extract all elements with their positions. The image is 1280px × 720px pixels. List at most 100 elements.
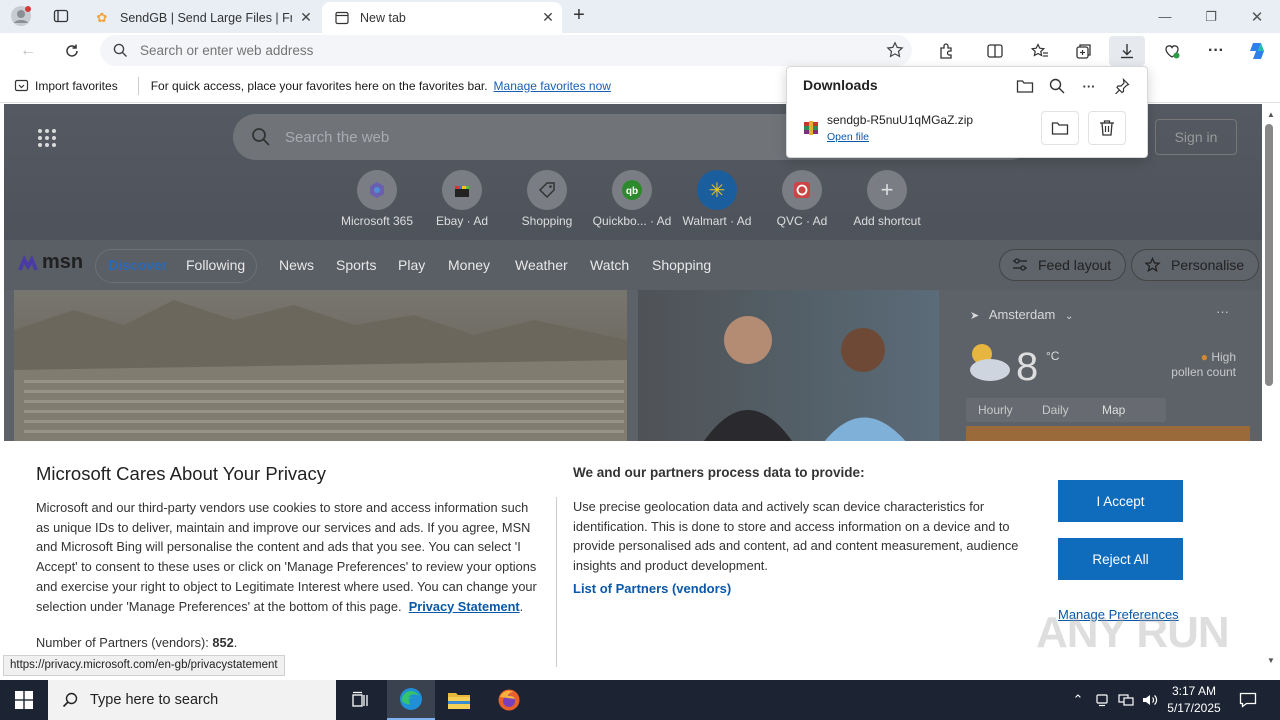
- clock-time: 3:17 AM: [1171, 684, 1217, 698]
- firefox-icon[interactable]: [485, 680, 533, 720]
- nav-sports[interactable]: Sports: [336, 257, 376, 273]
- file-explorer-icon[interactable]: [435, 680, 483, 720]
- nav-money[interactable]: Money: [448, 257, 490, 273]
- tab-new-tab[interactable]: New tab ✕: [322, 2, 562, 33]
- tab-actions-icon[interactable]: [48, 5, 74, 27]
- partners-label: Number of Partners (vendors):: [36, 635, 209, 650]
- back-icon[interactable]: ←: [12, 36, 44, 66]
- news-card-football-image[interactable]: [638, 290, 939, 450]
- favorites-icon[interactable]: [1022, 36, 1058, 66]
- downloads-icon[interactable]: [1109, 36, 1145, 66]
- system-clock[interactable]: 3:17 AM 5/17/2025: [1160, 683, 1228, 717]
- more-menu-icon[interactable]: ···: [1198, 36, 1234, 66]
- refresh-icon[interactable]: [56, 36, 88, 66]
- scroll-down-icon[interactable]: ▼: [1267, 656, 1275, 665]
- extensions-icon[interactable]: [929, 36, 965, 66]
- news-card-hero-image[interactable]: [14, 290, 627, 450]
- close-window-icon[interactable]: ✕: [1234, 0, 1280, 33]
- download-item[interactable]: sendgb-R5nuU1qMGaZ.zip Open file: [787, 105, 1147, 155]
- walmart-icon: ✳: [697, 170, 737, 210]
- close-tab-icon[interactable]: ✕: [292, 9, 320, 26]
- nav-weather[interactable]: Weather: [515, 257, 568, 273]
- manage-favorites-link[interactable]: Manage favorites now: [494, 79, 611, 93]
- show-hidden-icons-chevron-icon[interactable]: ⌃: [1068, 680, 1088, 720]
- personalise-button[interactable]: Personalise: [1131, 249, 1260, 281]
- msn-butterfly-icon: [18, 254, 38, 270]
- new-tab-plus-icon[interactable]: +: [566, 4, 592, 26]
- location-label: Amsterdam: [988, 307, 1056, 322]
- tab-bar: ✿ SendGB | Send Large Files | Free f ✕ N…: [0, 0, 1280, 33]
- microsoft365-icon: [357, 170, 397, 210]
- copilot-icon[interactable]: [1240, 36, 1276, 66]
- privacy-statement-link[interactable]: Privacy Statement: [409, 599, 520, 614]
- open-folder-icon[interactable]: [1013, 75, 1037, 97]
- msn-logo[interactable]: msn: [16, 251, 83, 274]
- nav-play[interactable]: Play: [398, 257, 425, 273]
- accept-button[interactable]: I Accept: [1058, 480, 1183, 522]
- volume-icon[interactable]: [1140, 680, 1160, 720]
- tab-hourly[interactable]: Hourly: [978, 403, 1013, 417]
- shortcut-qvc[interactable]: QVC · Ad: [760, 170, 844, 228]
- tab-sendgb[interactable]: ✿ SendGB | Send Large Files | Free f ✕: [84, 2, 320, 33]
- nav-following[interactable]: Following: [186, 257, 245, 273]
- tab-daily[interactable]: Daily: [1042, 403, 1069, 417]
- search-icon: [252, 128, 270, 146]
- taskbar-search-box[interactable]: Type here to search: [48, 680, 336, 720]
- shortcut-shopping[interactable]: Shopping: [505, 170, 589, 228]
- msn-nav-row: msn Discover Following News Sports Play …: [4, 240, 1262, 290]
- shortcut-add[interactable]: + Add shortcut: [845, 170, 929, 228]
- collections-icon[interactable]: [1066, 36, 1102, 66]
- split-screen-icon[interactable]: [977, 36, 1013, 66]
- scroll-thumb[interactable]: [1265, 124, 1273, 386]
- device-icon[interactable]: [1092, 680, 1112, 720]
- scroll-up-icon[interactable]: ▲: [1267, 110, 1275, 119]
- shortcut-ebay[interactable]: Ebay · Ad: [420, 170, 504, 228]
- address-bar[interactable]: [100, 35, 912, 66]
- start-button[interactable]: [0, 680, 48, 720]
- restore-icon[interactable]: ❐: [1188, 0, 1234, 33]
- close-tab-icon[interactable]: ✕: [534, 9, 562, 26]
- watermark: ANY RUN: [1036, 608, 1230, 657]
- browser-essentials-icon[interactable]: [1154, 36, 1190, 66]
- page-scrollbar[interactable]: ▲ ▼: [1262, 104, 1280, 676]
- feed-layout-button[interactable]: Feed layout: [999, 249, 1127, 281]
- shortcut-label: Quickbo... · Ad: [592, 214, 672, 228]
- tab-map[interactable]: Map: [1102, 403, 1125, 417]
- shortcut-label: Shopping: [521, 214, 573, 228]
- favorite-star-icon[interactable]: [886, 41, 904, 62]
- list-of-partners-link[interactable]: List of Partners (vendors): [573, 581, 731, 596]
- ebay-icon: [442, 170, 482, 210]
- notification-center-icon[interactable]: [1234, 680, 1262, 720]
- open-file-link[interactable]: Open file: [827, 131, 869, 143]
- partners-count-row: Number of Partners (vendors): 852.: [36, 635, 238, 650]
- nav-news[interactable]: News: [279, 257, 314, 273]
- weather-card[interactable]: ➤ Amsterdam ⌄ ··· 8 °C ● High pollen cou…: [950, 290, 1251, 450]
- import-favorites-button[interactable]: Import favorites: [14, 78, 118, 93]
- address-input[interactable]: [140, 43, 840, 58]
- nav-discover[interactable]: Discover: [108, 257, 167, 273]
- privacy-body: Microsoft and our third-party vendors us…: [36, 500, 537, 614]
- nav-watch[interactable]: Watch: [590, 257, 629, 273]
- sign-in-button[interactable]: Sign in: [1155, 119, 1237, 155]
- show-in-folder-button[interactable]: [1041, 111, 1079, 145]
- delete-download-button[interactable]: [1088, 111, 1126, 145]
- windows-taskbar: Type here to search ⌃ 3:17 AM 5/17/2025: [0, 680, 1280, 720]
- pollen-icon: ●: [1200, 350, 1208, 364]
- minimize-icon[interactable]: —: [1142, 0, 1188, 33]
- reject-all-button[interactable]: Reject All: [1058, 538, 1183, 580]
- shortcut-quickbooks[interactable]: qb Quickbo... · Ad: [590, 170, 674, 228]
- edge-taskbar-icon[interactable]: [387, 680, 435, 720]
- more-options-icon[interactable]: ···: [1216, 304, 1229, 319]
- pin-icon[interactable]: [1110, 75, 1134, 97]
- nav-shopping[interactable]: Shopping: [652, 257, 711, 273]
- search-downloads-icon[interactable]: [1045, 75, 1069, 97]
- msn-logo-text: msn: [42, 251, 84, 273]
- profile-icon[interactable]: [8, 5, 34, 27]
- more-options-icon[interactable]: ···: [1077, 75, 1101, 97]
- weather-location[interactable]: ➤ Amsterdam ⌄: [970, 307, 1073, 322]
- network-icon[interactable]: [1116, 680, 1136, 720]
- shortcut-walmart[interactable]: ✳ Walmart · Ad: [675, 170, 759, 228]
- apps-grid-icon[interactable]: [37, 128, 57, 151]
- task-view-icon[interactable]: [336, 680, 384, 720]
- shortcut-microsoft365[interactable]: Microsoft 365: [335, 170, 419, 228]
